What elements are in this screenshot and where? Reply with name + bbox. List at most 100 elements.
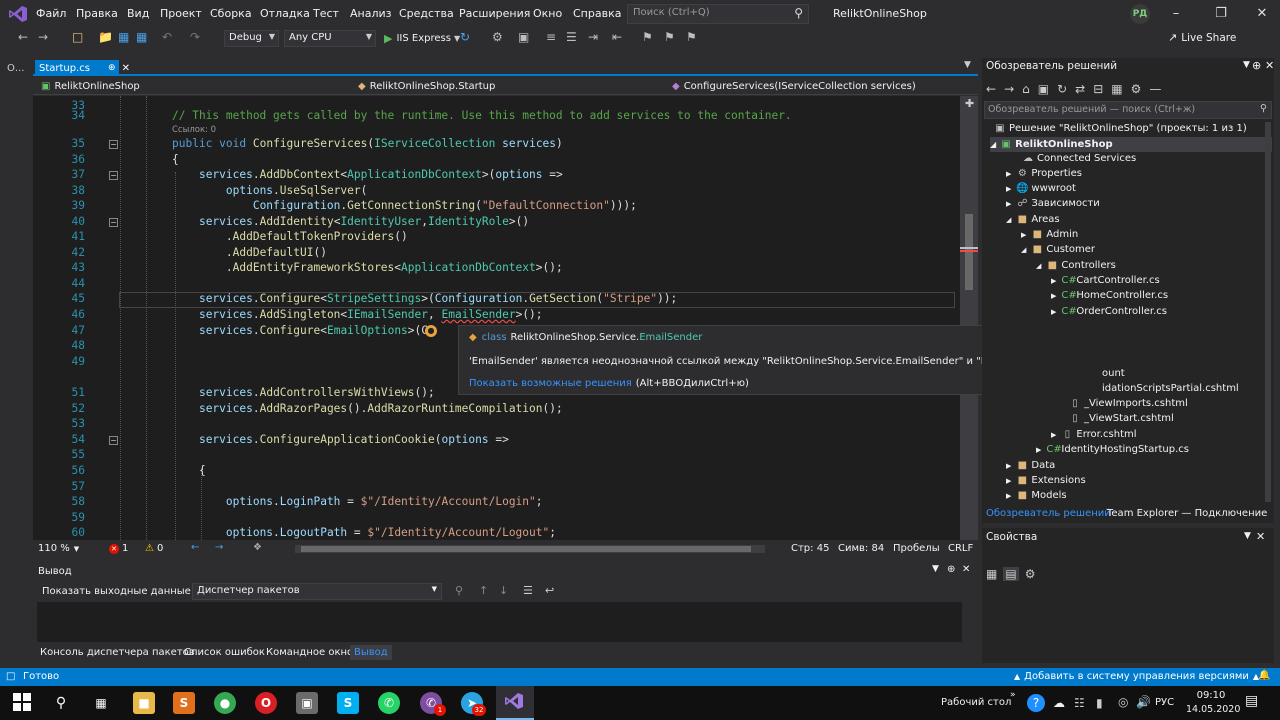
tree-item-error[interactable]: ▶ ▯ Error.cshtml [1051,429,1137,440]
tab-team-explorer[interactable]: Team Explorer — Подключение [1107,508,1267,519]
maximize-icon[interactable]: ❐ [1211,4,1231,24]
split-icon[interactable]: ✚ [965,97,974,110]
tab-close-icon[interactable]: ✕ [122,63,130,74]
notifications-icon[interactable]: 🔔 [1258,670,1270,681]
opera-icon[interactable]: O [255,692,277,714]
desktop-toolbar-label[interactable]: Рабочий стол [941,697,1011,708]
tree-item-homecontroller[interactable]: ▶ C# HomeController.cs [1051,290,1168,301]
show-potential-fixes-link[interactable]: Показать возможные решения [469,378,632,389]
tree-item-wwwroot[interactable]: ▶ 🌐 wwwroot [1006,183,1076,194]
wifi-icon[interactable]: ◎ [1118,695,1128,709]
code-editor[interactable]: 33 34 // This method gets called by the … [33,96,978,540]
collapse-icon[interactable]: − [109,218,118,227]
show-hidden-icons-icon[interactable]: » [1010,690,1016,700]
file-explorer-icon[interactable]: ■ [133,692,155,714]
pin-icon[interactable]: ⊕ [108,63,116,73]
panel-close-icon[interactable]: ✕ [1256,530,1265,543]
vs-taskbar-button[interactable] [496,686,534,720]
menu-item[interactable]: Отладка [260,7,310,20]
tree-item-admin[interactable]: ▶ ■ Admin [1021,229,1078,240]
panel-dropdown-icon[interactable]: ▼ [932,564,939,574]
add-to-source-control-button[interactable]: ▲ Добавить в систему управления версиями ▲ [1014,671,1259,682]
live-share-button[interactable]: ↗ Live Share [1168,31,1236,44]
alphabetical-icon[interactable]: ▤ [1003,567,1019,581]
action-center-icon[interactable]: ▤ [1245,693,1258,709]
brush-icon[interactable]: ❖ [253,542,262,553]
configuration-select[interactable]: Debug ▼ [224,30,279,47]
tab-output[interactable]: Вывод [350,645,392,660]
panel-close-icon[interactable]: ✕ [962,564,970,575]
avatar[interactable]: РД [1130,4,1150,24]
line-ending-indicator[interactable]: CRLF [948,543,973,554]
menu-item[interactable]: Проект [160,7,202,20]
help-icon[interactable]: ? [1027,694,1045,712]
tab-overflow-icon[interactable]: ▼ [964,60,971,70]
refresh-icon[interactable]: ↻ [460,30,470,44]
panel-dropdown-icon[interactable]: ▼ [1244,531,1251,541]
tree-item-viewimports[interactable]: ▯ _ViewImports.cshtml [1069,398,1188,409]
clock-time[interactable]: 09:10 [1196,690,1226,701]
back-icon[interactable]: ← [18,30,28,44]
tab-package-manager-console[interactable]: Консоль диспетчера пакетов [40,647,195,658]
whitespace-indicator[interactable]: Пробелы [893,543,940,554]
skype-icon[interactable]: S [337,692,359,714]
zoom-select[interactable]: 110 % ▼ [38,543,79,554]
forward-icon[interactable]: → [38,30,48,44]
step-icon[interactable]: ≡ [546,30,556,44]
menu-item[interactable]: Тест [313,7,339,20]
comment-icon[interactable]: ☰ [566,30,577,44]
tree-item-validation-scripts[interactable]: idationScriptsPartial.cshtml [1102,383,1239,394]
tree-item-solution[interactable]: ▣ Решение "ReliktOnlineShop" (проекты: 1 … [994,123,1246,134]
tree-item-viewstart[interactable]: ▯ _ViewStart.cshtml [1069,413,1174,424]
tree-item-account[interactable]: ount [1102,368,1125,379]
pin-icon[interactable]: ⊕ [1252,59,1261,72]
back-icon[interactable]: ← [986,82,996,96]
tree-item-identity-hosting[interactable]: ▶ C# IdentityHostingStartup.cs [1036,444,1189,455]
search-input[interactable]: Поиск (Ctrl+Q) ⚲ [627,4,809,24]
solution-search-input[interactable]: Обозреватель решений — поиск (Ctrl+ж) ⚲ [984,101,1272,119]
tree-item-data[interactable]: ▶ ■ Data [1006,460,1055,471]
solution-explorer-scrollbar[interactable] [1265,122,1271,502]
scrollbar-thumb[interactable] [965,214,973,290]
bookmark-icon[interactable]: ⚑ [642,30,653,44]
bookmark-next-icon[interactable]: ⚑ [686,30,697,44]
sublime-icon[interactable]: S [173,692,195,714]
tree-item-dependencies[interactable]: ▶ ☍ Зависимости [1006,198,1100,209]
left-strip-label[interactable]: О... [7,63,24,74]
sync-icon[interactable]: ⇄ [1075,82,1085,96]
cloud-icon[interactable]: ☁ [1053,696,1065,710]
menu-item[interactable]: Окно [533,7,562,20]
menu-item[interactable]: Анализ [350,7,392,20]
network-icon[interactable]: ☷ [1074,696,1085,710]
collapse-icon[interactable]: − [109,140,118,149]
find-message-icon[interactable]: ⚲ [455,584,463,597]
nav-class-select[interactable]: ◆ ReliktOnlineShop.Startup [354,78,660,94]
visual-studio-logo-icon[interactable] [8,5,28,23]
battery-icon[interactable]: ▮ [1096,696,1103,710]
errors-indicator[interactable]: ✕ 1 [109,543,128,554]
pin-icon[interactable]: ⊕ [947,564,955,575]
nav-member-select[interactable]: ◆ ConfigureServices(IServiceCollection s… [668,78,958,94]
show-all-files-icon[interactable]: ▦ [1111,82,1122,96]
tree-item-controllers[interactable]: ◢ ■ Controllers [1036,260,1116,271]
platform-select[interactable]: Any CPU ▼ [284,30,376,47]
whatsapp-icon[interactable]: ✆ [378,692,400,714]
horizontal-scrollbar[interactable] [295,545,765,553]
menu-item[interactable]: Расширения [459,7,530,20]
run-button[interactable]: ▶ IIS Express ▼ [384,30,460,47]
tab-command-window[interactable]: Командное окно [266,647,353,658]
nav-project-select[interactable]: ▣ ReliktOnlineShop [37,78,349,94]
output-source-select[interactable]: Диспетчер пакетов ▼ [192,583,442,600]
tree-item-properties[interactable]: ▶ ⚙ Properties [1006,168,1082,179]
collapse-icon[interactable]: − [109,436,118,445]
tree-item-ordercontroller[interactable]: ▶ C# OrderController.cs [1051,306,1167,317]
scrollbar-thumb[interactable] [301,546,751,552]
close-icon[interactable]: ✕ [1252,4,1272,24]
menu-item[interactable]: Файл [36,7,66,20]
output-content[interactable] [37,602,962,642]
tab-startup-cs[interactable]: Startup.cs ⊕ ✕ [35,60,130,76]
menu-item[interactable]: Средства [399,7,454,20]
collapse-icon[interactable]: − [109,171,118,180]
collapse-all-icon[interactable]: ⊟ [1093,82,1103,96]
tree-item-models[interactable]: ▶ ■ Models [1006,490,1067,501]
